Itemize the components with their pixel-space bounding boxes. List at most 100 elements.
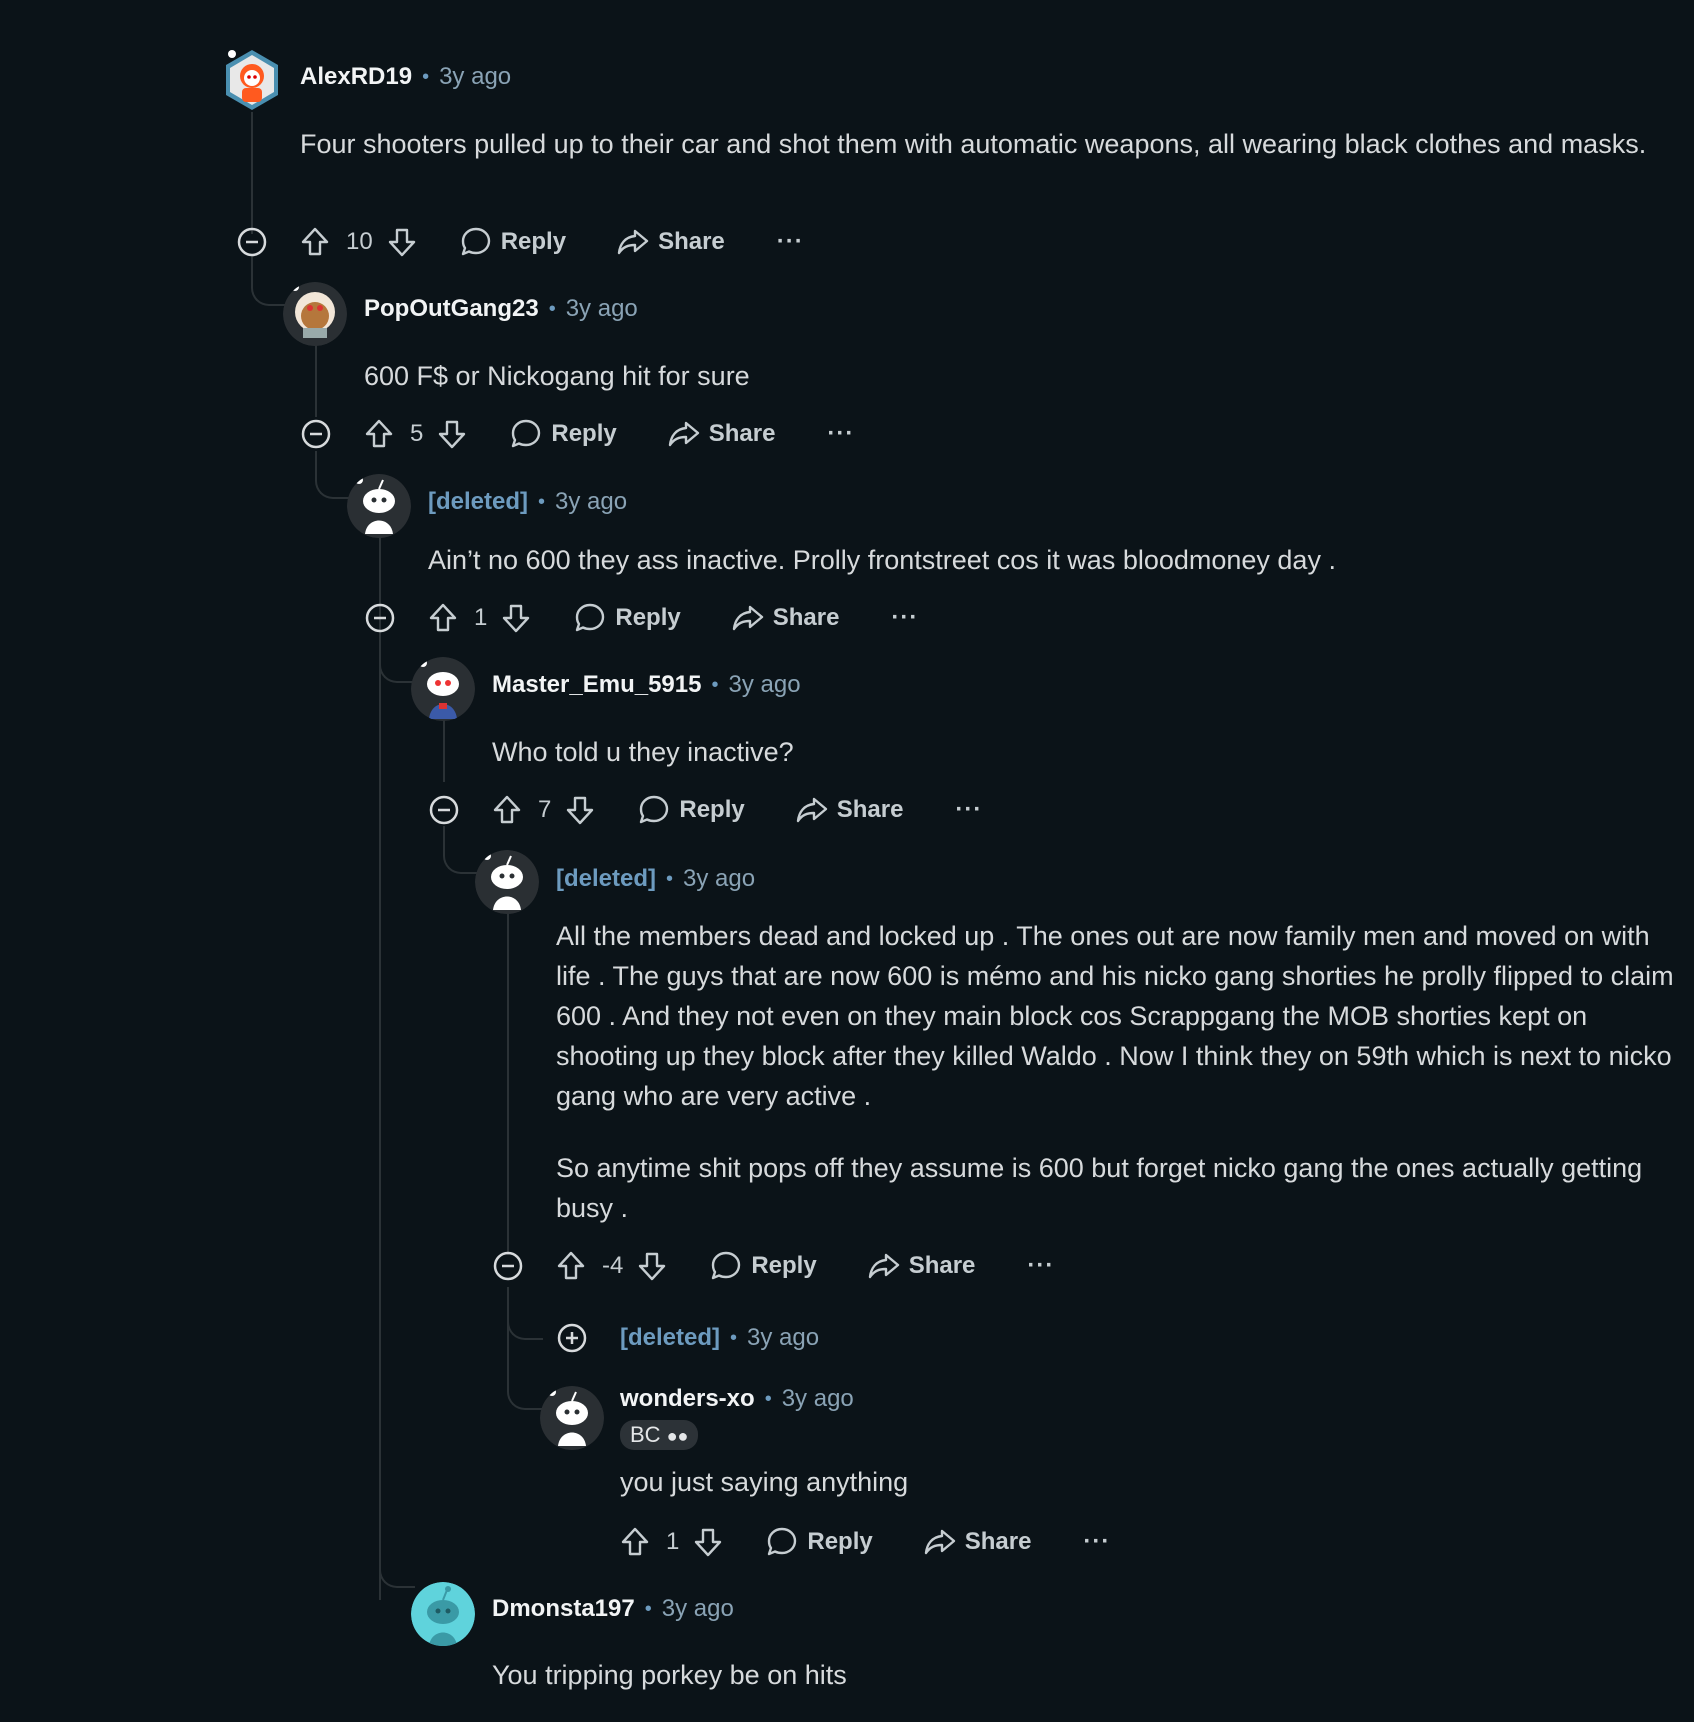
username[interactable]: Master_Emu_5915	[492, 671, 701, 699]
share-button[interactable]: Share	[667, 417, 775, 451]
user-flair: BC ●●	[620, 1418, 699, 1452]
separator-dot: •	[538, 490, 546, 513]
timestamp[interactable]: 3y ago	[566, 295, 638, 323]
more-options-button[interactable]: ···	[827, 420, 854, 448]
more-options-button[interactable]: ···	[955, 796, 982, 824]
reply-button[interactable]: Reply	[459, 225, 566, 259]
downvote-icon[interactable]	[563, 793, 597, 827]
username[interactable]: Dmonsta197	[492, 1595, 635, 1623]
username[interactable]: AlexRD19	[300, 63, 412, 91]
downvote-icon[interactable]	[435, 417, 469, 451]
collapse-minus-icon[interactable]	[492, 1250, 524, 1282]
timestamp[interactable]: 3y ago	[683, 865, 755, 893]
share-button[interactable]: Share	[923, 1525, 1032, 1559]
reply-bubble-icon	[709, 1249, 743, 1283]
reply-bubble-icon	[509, 417, 543, 451]
separator-dot: •	[548, 297, 556, 320]
username[interactable]: wonders-xo	[620, 1385, 755, 1413]
username: [deleted]	[556, 865, 657, 892]
upvote-icon[interactable]	[426, 601, 460, 635]
comment-actions: 5 Reply Share ···	[362, 414, 854, 454]
reply-button[interactable]: Reply	[765, 1525, 873, 1559]
comment-text: Four shooters pulled up to their car and…	[300, 129, 1647, 159]
upvote-icon[interactable]	[298, 225, 332, 259]
flair-text: BC	[630, 1422, 661, 1447]
comment-text: you just saying anything	[620, 1467, 909, 1497]
share-button[interactable]: Share	[795, 793, 904, 827]
thread-elbow	[443, 826, 479, 874]
collapse-minus-icon[interactable]	[364, 602, 396, 634]
expand-plus-icon[interactable]	[556, 1322, 588, 1354]
more-options-button[interactable]: ···	[1083, 1528, 1110, 1556]
thread-line	[379, 537, 381, 1600]
more-options-button[interactable]: ···	[891, 604, 918, 632]
thread-elbow	[507, 1287, 543, 1410]
comment-body: Who told u they inactive?	[492, 732, 1672, 772]
vote-score: 1	[474, 604, 488, 631]
vote-score: -4	[602, 1252, 624, 1279]
vote-score: 7	[538, 796, 552, 823]
timestamp[interactable]: 3y ago	[662, 1595, 734, 1623]
comment-actions: 1 Reply Share ···	[618, 1522, 1110, 1562]
downvote-icon[interactable]	[635, 1249, 669, 1283]
timestamp[interactable]: 3y ago	[747, 1324, 819, 1352]
share-label: Share	[908, 1252, 976, 1279]
reply-bubble-icon	[573, 601, 607, 635]
comment-meta: Dmonsta197 • 3y ago	[492, 1592, 734, 1626]
avatar[interactable]	[411, 1582, 475, 1646]
thread-line	[443, 720, 445, 782]
collapse-minus-icon[interactable]	[300, 418, 332, 450]
upvote-icon[interactable]	[554, 1249, 588, 1283]
share-button[interactable]: Share	[867, 1249, 976, 1283]
share-label: Share	[964, 1528, 1032, 1555]
username: [deleted]	[620, 1324, 721, 1351]
reply-label: Reply	[751, 1252, 817, 1279]
comment-actions: 10 Reply Share ···	[298, 222, 804, 262]
avatar[interactable]	[283, 282, 347, 346]
avatar[interactable]	[411, 657, 475, 721]
share-label: Share	[658, 228, 725, 255]
avatar[interactable]	[220, 48, 284, 112]
comment-text: All the members dead and locked up . The…	[556, 921, 1674, 1111]
reply-button[interactable]: Reply	[509, 417, 617, 451]
snoo-avatar[interactable]	[347, 474, 411, 538]
timestamp[interactable]: 3y ago	[782, 1385, 854, 1413]
thread-line	[251, 112, 253, 234]
upvote-icon[interactable]	[490, 793, 524, 827]
reply-button[interactable]: Reply	[709, 1249, 817, 1283]
reply-button[interactable]: Reply	[573, 601, 681, 635]
vote-score: 1	[666, 1528, 680, 1555]
thread-elbow	[379, 1540, 415, 1588]
snoo-avatar[interactable]	[475, 850, 539, 914]
comment-body: You tripping porkey be on hits	[492, 1655, 1672, 1695]
upvote-icon[interactable]	[618, 1525, 652, 1559]
share-label: Share	[836, 796, 904, 823]
share-button[interactable]: Share	[731, 601, 840, 635]
separator-dot: •	[422, 65, 430, 88]
timestamp[interactable]: 3y ago	[555, 488, 627, 516]
collapse-minus-icon[interactable]	[236, 226, 268, 258]
timestamp[interactable]: 3y ago	[728, 671, 800, 699]
username: [deleted]	[428, 488, 529, 515]
comment-actions: -4 Reply Share ···	[554, 1246, 1054, 1286]
username[interactable]: PopOutGang23	[364, 295, 539, 323]
share-button[interactable]: Share	[616, 225, 725, 259]
downvote-icon[interactable]	[499, 601, 533, 635]
share-label: Share	[772, 604, 840, 631]
collapse-minus-icon[interactable]	[428, 794, 460, 826]
downvote-icon[interactable]	[385, 225, 419, 259]
reply-label: Reply	[500, 228, 567, 255]
thread-elbow	[251, 256, 287, 306]
thread-elbow	[315, 451, 351, 499]
more-options-button[interactable]: ···	[1027, 1252, 1054, 1280]
more-options-button[interactable]: ···	[777, 228, 804, 256]
comment-meta: Master_Emu_5915 • 3y ago	[492, 668, 801, 702]
downvote-icon[interactable]	[691, 1525, 725, 1559]
share-arrow-icon	[667, 417, 701, 451]
reply-bubble-icon	[765, 1525, 799, 1559]
separator-dot: •	[644, 1597, 652, 1620]
snoo-avatar[interactable]	[540, 1386, 604, 1450]
upvote-icon[interactable]	[362, 417, 396, 451]
reply-button[interactable]: Reply	[637, 793, 745, 827]
timestamp[interactable]: 3y ago	[439, 63, 511, 91]
